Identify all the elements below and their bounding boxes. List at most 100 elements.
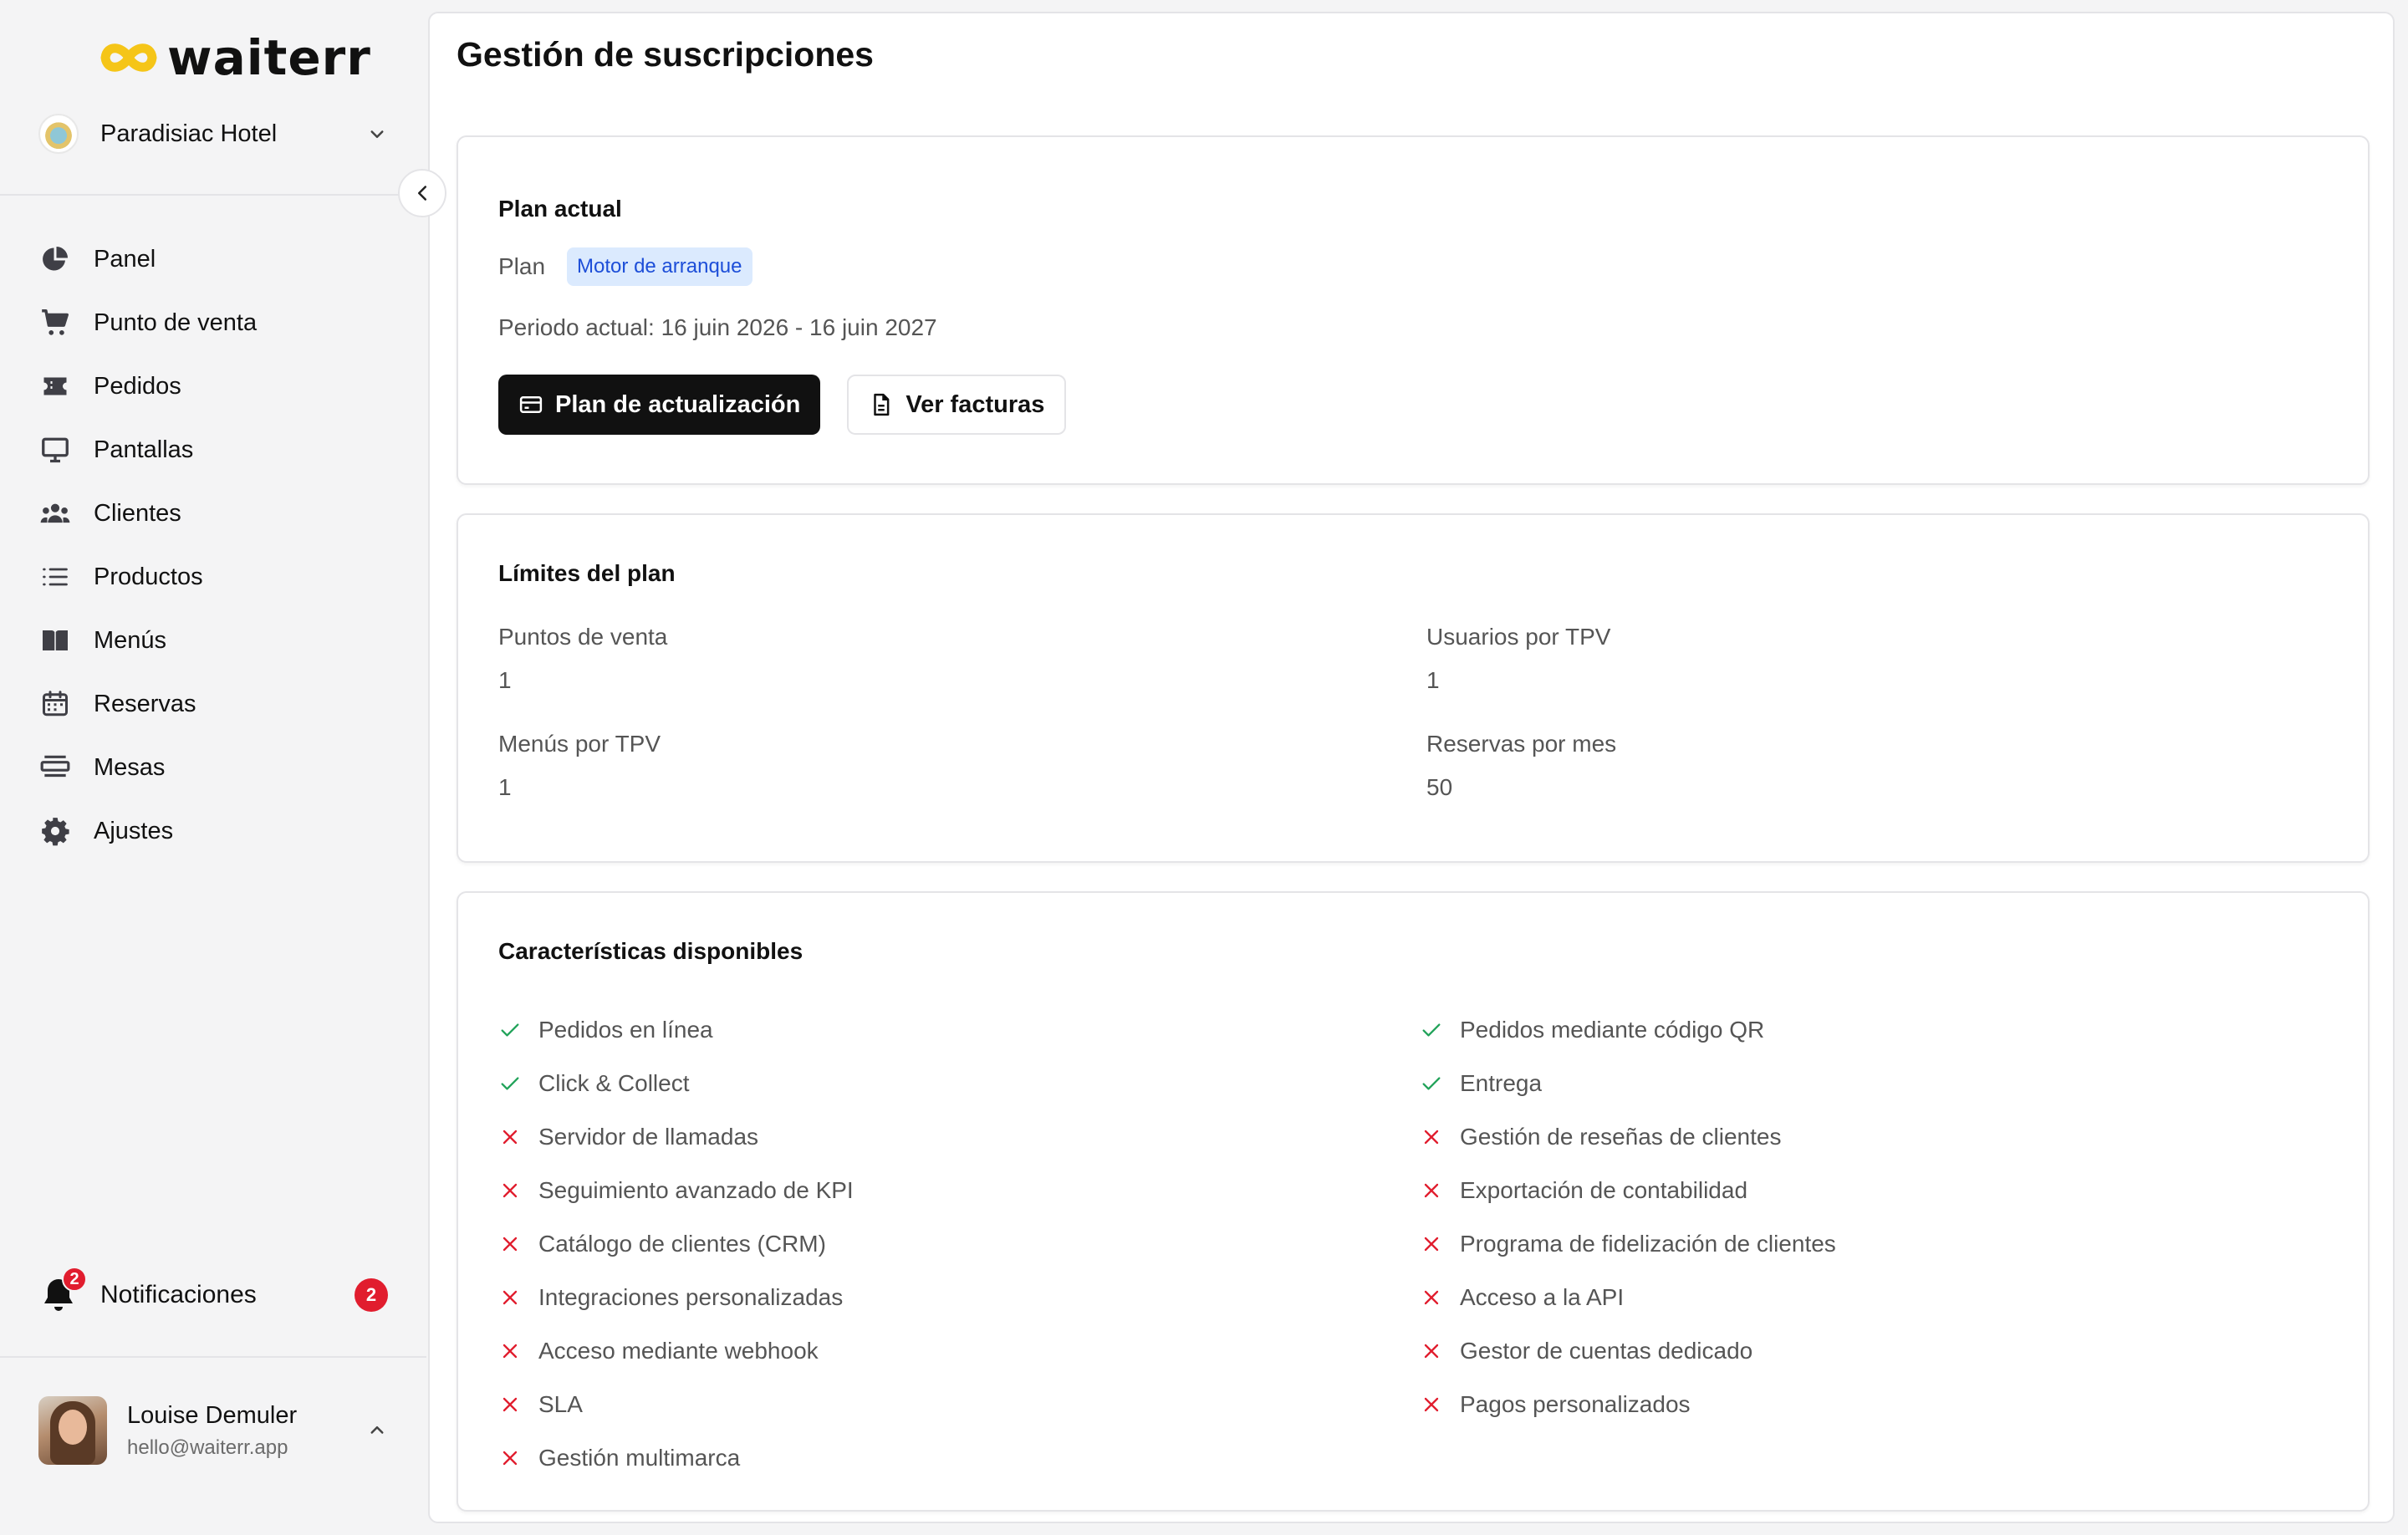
sidebar-item-pantallas[interactable]: Pantallas: [38, 418, 390, 482]
plan-limits-card: Límites del plan Puntos de venta 1 Usuar…: [457, 513, 2370, 863]
limit-item: Usuarios por TPV 1: [1426, 624, 1610, 694]
view-invoices-label: Ver facturas: [906, 390, 1045, 418]
features-list-right: Pedidos mediante código QR Entrega Gestión…: [1420, 1003, 1836, 1431]
limit-label: Reservas por mes: [1426, 731, 1617, 757]
sidebar-item-ajustes[interactable]: Ajustes: [38, 799, 390, 863]
sidebar-divider: [0, 1356, 426, 1358]
limit-label: Menús por TPV: [498, 731, 661, 757]
user-name: Louise Demuler: [127, 1401, 298, 1429]
notifications-label: Notificaciones: [100, 1281, 257, 1308]
sidebar-item-label: Punto de venta: [94, 309, 258, 336]
x-icon: [503, 1237, 518, 1252]
bell-icon: 2: [38, 1267, 87, 1315]
x-icon: [503, 1130, 518, 1145]
sidebar: waiterr Paradisiac Hotel Panel Punto de …: [0, 0, 426, 1535]
card-title: Características disponibles: [498, 938, 804, 964]
table-icon: [38, 751, 72, 784]
feature-label: Programa de fidelización de clientes: [1460, 1231, 1836, 1257]
limit-label: Usuarios por TPV: [1426, 624, 1611, 650]
workspace-avatar: [38, 114, 79, 154]
feature-label: Integraciones personalizadas: [538, 1284, 844, 1310]
collapse-sidebar-button[interactable]: [398, 169, 446, 217]
sidebar-nav: Panel Punto de venta Pedidos Pantallas C…: [38, 227, 390, 863]
sidebar-item-mesas[interactable]: Mesas: [38, 736, 390, 799]
feature-label: Pagos personalizados: [1460, 1391, 1691, 1417]
main-panel: Gestión de suscripciones Plan actual Pla…: [428, 12, 2395, 1523]
feature-item: Entrega: [1420, 1057, 1836, 1110]
x-icon: [503, 1451, 518, 1466]
sidebar-item-label: Pantallas: [94, 436, 194, 463]
feature-item: Click & Collect: [498, 1057, 854, 1110]
pie-chart-icon: [38, 242, 72, 276]
x-icon: [1424, 1397, 1439, 1412]
monitor-icon: [38, 433, 72, 467]
sidebar-item-label: Mesas: [94, 753, 166, 781]
feature-label: Catálogo de clientes (CRM): [538, 1231, 826, 1257]
logo-mark-icon: [100, 43, 157, 72]
limit-value: 50: [1426, 774, 1453, 800]
sidebar-divider: [0, 194, 426, 196]
feature-item: Pedidos en línea: [498, 1003, 854, 1057]
workspace-switcher[interactable]: Paradisiac Hotel: [38, 109, 390, 159]
sidebar-item-clientes[interactable]: Clientes: [38, 482, 390, 545]
sidebar-item-pedidos[interactable]: Pedidos: [38, 354, 390, 418]
cart-icon: [38, 306, 72, 339]
limit-value: 1: [498, 774, 512, 800]
chevron-down-icon: [370, 130, 384, 138]
limit-item: Reservas por mes 50: [1426, 731, 1616, 801]
feature-item: Acceso a la API: [1420, 1271, 1836, 1324]
chevron-up-icon: [370, 1426, 384, 1434]
x-icon: [1424, 1237, 1439, 1252]
x-icon: [503, 1344, 518, 1359]
feature-item: Integraciones personalizadas: [498, 1271, 854, 1324]
sidebar-item-panel[interactable]: Panel: [38, 227, 390, 291]
limit-item: Puntos de venta 1: [498, 624, 667, 694]
feature-item: Acceso mediante webhook: [498, 1324, 854, 1378]
workspace-name: Paradisiac Hotel: [100, 120, 278, 147]
chevron-left-icon: [418, 186, 426, 201]
sidebar-item-productos[interactable]: Productos: [38, 545, 390, 609]
ticket-icon: [38, 370, 72, 403]
bell-badge: 2: [62, 1267, 87, 1292]
feature-item: Gestor de cuentas dedicado: [1420, 1324, 1836, 1378]
upgrade-plan-label: Plan de actualización: [555, 390, 801, 418]
feature-item: Pagos personalizados: [1420, 1378, 1836, 1431]
sidebar-item-label: Reservas: [94, 690, 196, 717]
feature-label: Acceso mediante webhook: [538, 1338, 819, 1364]
sidebar-item-label: Menús: [94, 626, 167, 654]
file-text-icon: [874, 393, 890, 416]
feature-label: Gestor de cuentas dedicado: [1460, 1338, 1753, 1364]
feature-item: Pedidos mediante código QR: [1420, 1003, 1836, 1057]
view-invoices-button[interactable]: Ver facturas: [847, 375, 1067, 435]
limit-value: 1: [1426, 667, 1440, 693]
x-icon: [503, 1397, 518, 1412]
feature-label: Gestión de reseñas de clientes: [1460, 1124, 1782, 1150]
card-title: Plan actual: [498, 196, 622, 222]
credit-card-icon: [519, 396, 543, 413]
sidebar-item-menus[interactable]: Menús: [38, 609, 390, 672]
x-icon: [503, 1183, 518, 1198]
feature-label: Exportación de contabilidad: [1460, 1177, 1748, 1203]
feature-label: SLA: [538, 1391, 583, 1417]
sidebar-item-punto-de-venta[interactable]: Punto de venta: [38, 291, 390, 354]
book-icon: [38, 624, 72, 657]
logo[interactable]: waiterr: [99, 28, 371, 87]
feature-label: Pedidos mediante código QR: [1460, 1017, 1765, 1043]
sidebar-item-label: Ajustes: [94, 817, 174, 844]
check-icon: [1422, 1077, 1441, 1090]
check-icon: [501, 1023, 519, 1037]
sidebar-item-reservas[interactable]: Reservas: [38, 672, 390, 736]
notifications-item[interactable]: 2 Notificaciones 2: [38, 1266, 390, 1324]
x-icon: [1424, 1344, 1439, 1359]
calendar-icon: [38, 687, 72, 721]
upgrade-plan-button[interactable]: Plan de actualización: [498, 375, 821, 435]
feature-label: Servidor de llamadas: [538, 1124, 759, 1150]
list-icon: [38, 560, 72, 594]
user-menu[interactable]: Louise Demuler hello@waiterr.app: [38, 1395, 390, 1466]
plan-badge: Motor de arranque: [567, 247, 752, 286]
feature-label: Gestión multimarca: [538, 1445, 741, 1471]
feature-label: Acceso a la API: [1460, 1284, 1625, 1310]
features-card: Características disponibles Pedidos en l…: [457, 891, 2370, 1512]
limit-item: Menús por TPV 1: [498, 731, 661, 801]
feature-label: Seguimiento avanzado de KPI: [538, 1177, 854, 1203]
